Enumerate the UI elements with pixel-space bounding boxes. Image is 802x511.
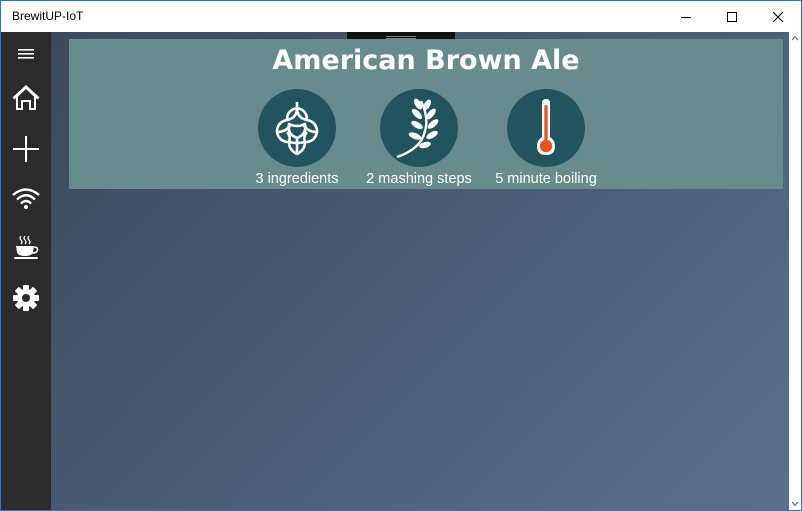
recipe-card[interactable]: American Brown Ale 3 ingredients 2 mashi… [69,39,783,189]
wheat-icon-circle [380,89,458,167]
nav-settings-button[interactable] [1,278,51,318]
ingredients-feature[interactable]: 3 ingredients [239,89,355,187]
coffee-cup-icon [14,235,39,259]
main-content: American Brown Ale 3 ingredients 2 mashi… [51,32,801,510]
app-window: BrewitUP-IoT American Brown Ale 3 ingred… [0,0,802,511]
close-button[interactable] [755,1,801,32]
vertical-scrollbar[interactable] [789,32,801,510]
wheat-icon [396,98,439,159]
ingredients-label: 3 ingredients [255,171,339,187]
nav-sidebar [1,32,51,510]
mashing-label: 2 mashing steps [366,171,472,187]
wifi-icon [12,188,40,209]
scroll-down-arrow-icon[interactable] [789,498,801,510]
close-icon [772,11,784,22]
home-icon [12,85,40,110]
scroll-up-arrow-icon[interactable] [789,32,801,44]
thermometer-icon-circle [507,89,585,167]
mashing-feature[interactable]: 2 mashing steps [357,89,481,187]
nav-home-button[interactable] [1,78,51,118]
nav-brew-button[interactable] [1,228,51,268]
window-title: BrewitUP-IoT [12,9,84,23]
hamburger-menu-icon [18,49,34,59]
plus-icon [13,136,39,162]
boiling-label: 5 minute boiling [495,171,597,187]
title-bar[interactable]: BrewitUP-IoT [1,1,801,32]
nav-connect-button[interactable] [1,178,51,218]
hop-icon-circle [258,89,336,167]
recipe-title: American Brown Ale [272,45,580,76]
gear-icon [13,285,39,311]
maximize-button[interactable] [709,1,755,32]
minimize-icon [681,16,691,18]
minimize-button[interactable] [663,1,709,32]
menu-button[interactable] [1,34,51,74]
maximize-icon [727,11,737,22]
thermometer-icon [537,99,555,155]
nav-add-button[interactable] [1,129,51,169]
hop-icon [275,102,319,156]
boiling-feature[interactable]: 5 minute boiling [485,89,607,187]
